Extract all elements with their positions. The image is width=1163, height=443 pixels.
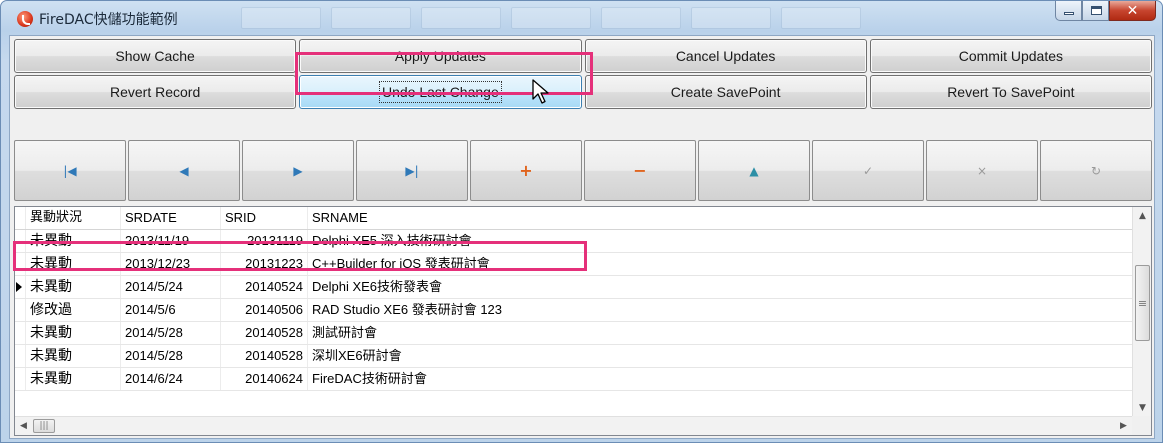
nav-edit-button[interactable]: ▲	[698, 140, 810, 201]
prior-record-icon: ◀	[179, 163, 189, 178]
maximize-button[interactable]	[1082, 1, 1109, 21]
edit-icon: ▲	[749, 163, 759, 178]
scroll-up-arrow-icon[interactable]: ▲	[1133, 207, 1152, 225]
background-toolbar-ghost	[241, 7, 861, 29]
column-header-srname[interactable]: SRNAME	[308, 207, 1132, 229]
title-bar[interactable]: FireDAC快儲功能範例 ✕	[1, 1, 1162, 35]
client-area: Show Cache Apply Updates Cancel Updates …	[9, 35, 1155, 439]
column-header-status[interactable]: 異動狀況	[26, 207, 121, 229]
first-record-icon: |◀	[63, 163, 77, 178]
vertical-scrollbar[interactable]: ▲ ≡ ▼	[1132, 207, 1151, 417]
nav-post-button[interactable]: ✓	[812, 140, 924, 201]
cancel-updates-button[interactable]: Cancel Updates	[584, 39, 867, 73]
revert-record-button[interactable]: Revert Record	[14, 75, 297, 109]
horizontal-scrollbar[interactable]: ◀ ||| ▶	[15, 416, 1132, 435]
column-header-srdate[interactable]: SRDATE	[121, 207, 221, 229]
current-row-arrow-icon	[16, 282, 22, 292]
row-indicator	[15, 299, 26, 321]
vertical-scroll-thumb[interactable]: ≡	[1135, 265, 1150, 341]
nav-insert-button[interactable]: +	[470, 140, 582, 201]
table-row[interactable]: 修改過 2014/5/6 20140506 RAD Studio XE6 發表研…	[15, 299, 1132, 322]
revert-to-savepoint-button[interactable]: Revert To SavePoint	[869, 75, 1152, 109]
highlight-current-row	[13, 241, 587, 271]
scroll-corner	[1132, 416, 1151, 435]
cancel-x-icon: ×	[976, 163, 988, 178]
commit-updates-button[interactable]: Commit Updates	[869, 39, 1152, 73]
nav-next-button[interactable]: ▶	[242, 140, 354, 201]
table-row[interactable]: 未異動 2014/5/28 20140528 深圳XE6研討會	[15, 345, 1132, 368]
nav-delete-button[interactable]: −	[584, 140, 696, 201]
row-indicator	[15, 345, 26, 367]
nav-refresh-button[interactable]: ↻	[1040, 140, 1152, 201]
grid-header: 異動狀況 SRDATE SRID SRNAME	[15, 207, 1132, 230]
table-row[interactable]: 未異動 2014/5/28 20140528 測試研討會	[15, 322, 1132, 345]
scroll-down-arrow-icon[interactable]: ▼	[1133, 399, 1152, 417]
show-cache-button[interactable]: Show Cache	[14, 39, 297, 73]
scroll-right-arrow-icon[interactable]: ▶	[1115, 417, 1132, 435]
close-icon: ✕	[1126, 3, 1139, 19]
close-button[interactable]: ✕	[1109, 1, 1156, 21]
app-window: FireDAC快儲功能範例 ✕ Show Cache Apply Updates…	[0, 0, 1163, 443]
minimize-button[interactable]	[1055, 1, 1082, 21]
row-indicator	[15, 322, 26, 344]
nav-cancel-button[interactable]: ×	[926, 140, 1038, 201]
minimize-icon	[1064, 12, 1074, 15]
column-header-srid[interactable]: SRID	[221, 207, 308, 229]
row-indicator	[15, 276, 26, 298]
nav-last-button[interactable]: ▶|	[356, 140, 468, 201]
insert-icon: +	[519, 161, 533, 180]
nav-prior-button[interactable]: ◀	[128, 140, 240, 201]
grid-rows: 異動狀況 SRDATE SRID SRNAME 未異動 2013/11/19 2…	[15, 207, 1132, 417]
scroll-left-arrow-icon[interactable]: ◀	[15, 417, 32, 435]
mouse-cursor-icon	[532, 79, 549, 104]
firedac-app-icon	[17, 11, 33, 27]
maximize-icon	[1091, 6, 1102, 15]
next-record-icon: ▶	[293, 163, 303, 178]
horizontal-scroll-thumb[interactable]: |||	[33, 419, 55, 433]
window-title: FireDAC快儲功能範例	[39, 12, 178, 28]
table-row-current[interactable]: 未異動 2014/5/24 20140524 Delphi XE6技術發表會	[15, 276, 1132, 299]
last-record-icon: ▶|	[405, 163, 419, 178]
delete-icon: −	[633, 161, 647, 180]
nav-first-button[interactable]: |◀	[14, 140, 126, 201]
refresh-icon: ↻	[1090, 163, 1102, 178]
post-check-icon: ✓	[862, 163, 874, 178]
create-savepoint-button[interactable]: Create SavePoint	[584, 75, 867, 109]
caption-buttons: ✕	[1055, 1, 1156, 21]
row-indicator	[15, 368, 26, 390]
table-row[interactable]: 未異動 2014/6/24 20140624 FireDAC技術研討會	[15, 368, 1132, 391]
db-navigator: |◀ ◀ ▶ ▶| + − ▲ ✓ × ↻	[14, 140, 1152, 201]
